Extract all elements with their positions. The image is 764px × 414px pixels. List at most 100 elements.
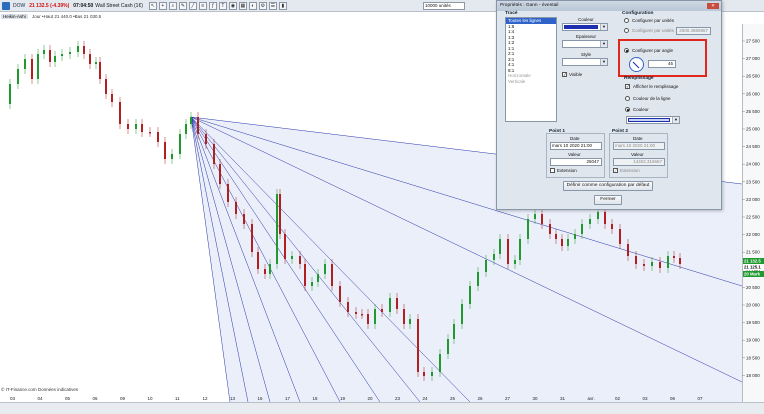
- pen-icon[interactable]: ✎: [178, 1, 187, 10]
- lines-listbox[interactable]: Toutes les lignes 1:8 1:4 1:3 1:2 1:1 2:1 3:1 4:…: [505, 17, 557, 122]
- date-axis-bar: [0, 402, 764, 414]
- config-price-radio[interactable]: [624, 28, 629, 33]
- style-label: Style: [581, 52, 592, 57]
- list-icon[interactable]: ☰: [268, 1, 277, 10]
- point1-value-field[interactable]: 25047: [550, 158, 602, 166]
- price-tick-label: 26 000: [746, 91, 760, 96]
- text-icon[interactable]: T: [218, 1, 227, 10]
- point1-extension-checkbox[interactable]: [550, 168, 555, 173]
- units-select[interactable]: 10000 unités: [423, 2, 465, 10]
- price-tick-label: 20 500: [746, 285, 760, 290]
- bars-icon[interactable]: ▮: [278, 1, 287, 10]
- price-tick-label: 20 000: [746, 303, 760, 308]
- zoom-icon[interactable]: ⌕: [168, 1, 177, 10]
- point1-label: Point 1: [549, 129, 565, 134]
- eye-icon[interactable]: ◉: [228, 1, 237, 10]
- price-tick-label: 19 500: [746, 320, 760, 325]
- crosshair-icon[interactable]: +: [158, 1, 167, 10]
- point1-date-field[interactable]: mars 10 2020 21:00: [550, 142, 602, 150]
- date-tick-label: 05: [65, 396, 71, 401]
- data-source-note: © IT-Finance.com Données indicatives: [1, 387, 79, 392]
- color-swatch: [564, 25, 598, 29]
- fill-color-select[interactable]: ▼: [626, 116, 680, 124]
- toolbar-icons: ↖ + ⌕ ✎ ╱ ≡ ƒ T ◉ ▦ ◐ ⚙ ☰ ▮: [148, 1, 289, 10]
- price-tick-label: 25 500: [746, 109, 760, 114]
- settings-icon[interactable]: ⚙: [258, 1, 267, 10]
- trace-group-label: Tracé: [505, 11, 518, 16]
- point1-date-label: Date: [570, 136, 580, 141]
- point2-date-field[interactable]: mars 10 2020 21:00: [613, 142, 665, 150]
- line-color-radio[interactable]: [625, 96, 630, 101]
- point2-extension-label: Extension: [620, 168, 640, 173]
- color-icon[interactable]: ◐: [248, 1, 257, 10]
- show-fill-label: Afficher le remplissage: [633, 84, 679, 89]
- chevron-down-icon: ▼: [600, 41, 607, 47]
- price-tick-label: 18 500: [746, 355, 760, 360]
- price-tick-label: 24 500: [746, 144, 760, 149]
- instrument-name: Wall Street Cash (1€): [95, 2, 143, 9]
- date-tick-label: 25: [450, 396, 456, 401]
- channel-icon[interactable]: ≡: [198, 1, 207, 10]
- highlight-box: [618, 39, 707, 77]
- price-tick-label: 19 000: [746, 338, 760, 343]
- style-select[interactable]: ▼: [562, 58, 608, 66]
- marker-tag: 20 Mark: [744, 272, 761, 277]
- fill-color-label: Couleur: [633, 107, 649, 112]
- date-tick-label: 06: [670, 396, 676, 401]
- quote-time: 07:04:50: [73, 2, 94, 9]
- date-tick-label: 23: [395, 396, 401, 401]
- chart-style-label[interactable]: Heikin-Ashi: [1, 14, 28, 19]
- date-tick-label: 10: [148, 396, 154, 401]
- color-select[interactable]: ▼: [562, 23, 608, 31]
- price-tick-label: 26 500: [746, 74, 760, 79]
- point1-value-label: Valeur: [568, 152, 581, 157]
- price-tick-label: 22 000: [746, 232, 760, 237]
- price-tick-label: 27 500: [746, 39, 760, 44]
- instrument-symbol[interactable]: DOW: [13, 3, 25, 9]
- fill-color-radio[interactable]: [625, 107, 630, 112]
- date-tick-label: 17: [285, 396, 291, 401]
- date-tick-label: 02: [615, 396, 621, 401]
- thickness-select[interactable]: ▼: [562, 40, 608, 48]
- dialog-title[interactable]: Propriétés : Gann - éventail ✕: [497, 1, 721, 11]
- date-tick-label: avr.: [588, 396, 595, 401]
- visible-label: Visible: [569, 72, 583, 77]
- date-tick-label: 04: [38, 396, 44, 401]
- cursor-icon[interactable]: ↖: [148, 1, 157, 10]
- fill-group-label: Remplissage: [624, 76, 654, 81]
- chevron-down-icon: ▼: [672, 117, 679, 123]
- grid-icon[interactable]: ▦: [238, 1, 247, 10]
- price-tick-label: 22 500: [746, 215, 760, 220]
- current-price-tag: 21 132.5: [744, 259, 761, 264]
- config-units-radio[interactable]: [624, 18, 629, 23]
- fibonacci-icon[interactable]: ƒ: [208, 1, 217, 10]
- config-price-field[interactable]: 2000.4866967: [676, 27, 711, 35]
- date-tick-label: 20: [368, 396, 374, 401]
- visible-checkbox[interactable]: ✓: [562, 72, 567, 77]
- price-tick-label: 25 000: [746, 127, 760, 132]
- color-label: Couleur: [578, 17, 594, 22]
- line-icon[interactable]: ╱: [188, 1, 197, 10]
- price-tick-label: 18 000: [746, 373, 760, 378]
- date-tick-label: 16: [258, 396, 264, 401]
- close-button[interactable]: Fermer: [594, 195, 622, 205]
- date-tick-label: 03: [643, 396, 649, 401]
- point2-extension-checkbox[interactable]: ✓: [613, 168, 618, 173]
- date-tick-label: 27: [505, 396, 511, 401]
- fill-color-swatch: [628, 118, 670, 122]
- date-tick-label: 09: [120, 396, 126, 401]
- set-default-button[interactable]: Définir comme configuration par défaut: [563, 181, 653, 191]
- date-tick-label: 11: [175, 396, 180, 401]
- date-tick-label: 07: [698, 396, 704, 401]
- close-icon[interactable]: ✕: [707, 3, 719, 9]
- price-tick-label: 23 500: [746, 179, 760, 184]
- date-tick-label: 19: [340, 396, 346, 401]
- secondary-price-tag: 21 125.1: [744, 265, 761, 270]
- point1-extension-label: Extension: [557, 168, 577, 173]
- point2-value-field[interactable]: 14402.316667: [613, 158, 665, 166]
- date-tick-label: 18: [313, 396, 319, 401]
- config-group-label: Configuration: [622, 11, 654, 16]
- show-fill-checkbox[interactable]: ✓: [625, 84, 630, 89]
- list-item[interactable]: Verticale: [506, 79, 556, 85]
- line-color-label: Couleur de la ligne: [633, 96, 671, 101]
